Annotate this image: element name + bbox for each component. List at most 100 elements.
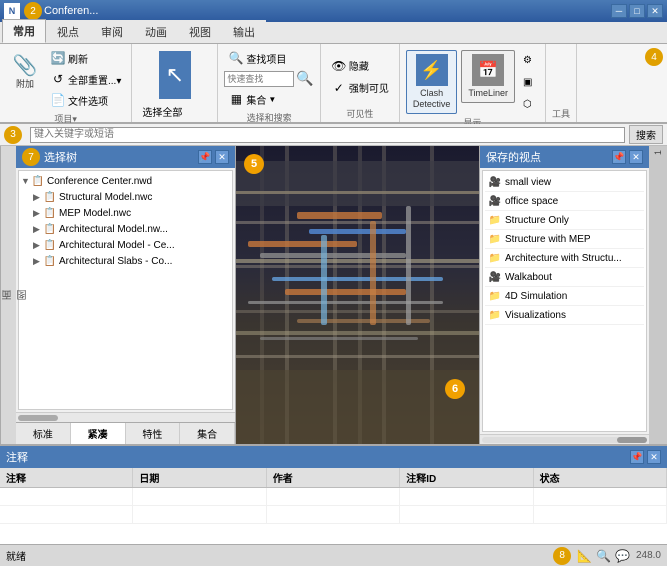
file-options-button[interactable]: 📄 文件选项	[46, 90, 125, 110]
view-item-structure-mep[interactable]: 📁 Structure with MEP	[485, 230, 644, 249]
view-item-office[interactable]: 🎥 office space	[485, 192, 644, 211]
clash-detective-button[interactable]: ⚡ ClashDetective	[406, 50, 458, 114]
ribbon-tabs: 常用 视点 审阅 动画 视图 输出	[0, 22, 667, 44]
view-item-arch-struct[interactable]: 📁 Architecture with Structu...	[485, 249, 644, 268]
tree-close-button[interactable]: ✕	[215, 150, 229, 164]
status-num-badge: 8	[553, 547, 571, 565]
tree-item-arch[interactable]: ▶ 📋 Architectural Model.nw...	[33, 221, 230, 237]
tree-tab-compact[interactable]: 紧凑	[71, 423, 126, 444]
tree-tab-standard[interactable]: 标准	[16, 423, 71, 444]
title-num-badge: 2	[24, 2, 42, 20]
hide-button[interactable]: 👁 隐藏	[327, 56, 393, 76]
full-refresh-button[interactable]: ↺ 全部重置...▾	[46, 69, 125, 89]
full-refresh-icon: ↺	[50, 71, 66, 87]
tree-scrollbar[interactable]	[16, 412, 235, 422]
refresh-button[interactable]: 🔄 刷新	[46, 48, 125, 68]
tree-tab-sets[interactable]: 集合	[180, 423, 235, 444]
side-panel-label: 平面图	[0, 146, 16, 444]
comments-table: 注释 日期 作者 注释ID 状态	[0, 468, 667, 544]
tab-viewpoint[interactable]: 视点	[46, 20, 90, 43]
comments-panel: 注释 📌 ✕ 注释 日期 作者 注释ID 状态	[0, 444, 667, 544]
ribbon-group-find: 🔍 查找项目 🔍 ▦ 集合 ▼ 选择和搜索	[218, 44, 320, 122]
extra-btn-1[interactable]: ⚙	[519, 50, 539, 70]
nwc-arch-ce-icon: 📋	[43, 238, 57, 252]
find-items-label: 选择和搜索	[247, 109, 292, 124]
tree-scroll-thumb	[18, 415, 58, 421]
set-dropdown-icon[interactable]: ▼	[268, 95, 276, 104]
views-close-button[interactable]: ✕	[629, 150, 643, 164]
views-list[interactable]: 🎥 small view 🎥 office space 📁 Structure …	[482, 170, 647, 432]
status-coord: 248.0	[636, 550, 661, 561]
saved-views-header: 保存的视点 📌 ✕	[480, 146, 649, 168]
time-liner-label: TimeLiner	[468, 88, 508, 99]
nwc-file-icon-2: 📋	[43, 206, 57, 220]
tab-review[interactable]: 审阅	[90, 20, 134, 43]
clash-detective-icon: ⚡	[416, 54, 448, 86]
tab-output[interactable]: 输出	[222, 20, 266, 43]
extra-btn-3[interactable]: ⬡	[519, 94, 539, 114]
viewport[interactable]: 5 6	[236, 146, 479, 444]
comments-columns: 注释 日期 作者 注释ID 状态	[0, 468, 667, 488]
attach-icon: 📎	[11, 51, 39, 79]
tree-expand-icon-2: ▶	[33, 192, 43, 203]
selection-tree-panel: 7 选择树 📌 ✕ ▼ 📋 Conference Center.nwd ▶ 📋 …	[16, 146, 236, 444]
ceiling-beam	[236, 191, 479, 194]
file-options-icon: 📄	[50, 92, 66, 108]
selection-tree-header: 7 选择树 📌 ✕	[16, 146, 235, 168]
view-item-visualizations[interactable]: 📁 Visualizations	[485, 306, 644, 325]
tree-item-arch-slabs[interactable]: ▶ 📋 Architectural Slabs - Co...	[33, 253, 230, 269]
quick-search-input[interactable]	[224, 71, 294, 87]
force-visible-button[interactable]: ✓ 强制可见	[327, 78, 393, 98]
status-icon-3[interactable]: 💬	[615, 549, 630, 563]
tree-item-mep[interactable]: ▶ 📋 MEP Model.nwc	[33, 205, 230, 221]
select-mode-button[interactable]: ↖	[154, 48, 196, 102]
view-item-small[interactable]: 🎥 small view	[485, 173, 644, 192]
tab-animation[interactable]: 动画	[134, 20, 178, 43]
tab-view[interactable]: 视图	[178, 20, 222, 43]
tree-item-structural[interactable]: ▶ 📋 Structural Model.nwc	[33, 189, 230, 205]
view-icon-folder-4: 📁	[488, 289, 502, 303]
select-all-button[interactable]: 选择全部	[138, 102, 211, 121]
maximize-button[interactable]: □	[629, 4, 645, 18]
search-input[interactable]	[30, 127, 625, 143]
view-icon-folder-3: 📁	[488, 251, 502, 265]
ceiling	[236, 161, 479, 206]
comments-close-button[interactable]: ✕	[647, 450, 661, 464]
views-pin-button[interactable]: 📌	[612, 150, 626, 164]
tree-item-arch-ce[interactable]: ▶ 📋 Architectural Model - Ce...	[33, 237, 230, 253]
col-comment: 注释	[0, 468, 133, 487]
nwc-arch-icon: 📋	[43, 222, 57, 236]
status-icon-2[interactable]: 🔍	[596, 549, 611, 563]
minimize-button[interactable]: ─	[611, 4, 627, 18]
tree-tab-properties[interactable]: 特性	[126, 423, 181, 444]
set-button[interactable]: ▦ 集合 ▼	[224, 89, 313, 109]
time-liner-button[interactable]: 📅 TimeLiner	[461, 50, 515, 103]
find-items-button[interactable]: 🔍 查找项目	[224, 48, 313, 68]
ribbon-group-tools: 工具	[546, 44, 577, 122]
ribbon-group-display: ⚡ ClashDetective 📅 TimeLiner ⚙ ▣ ⬡ 显示	[400, 44, 546, 122]
view-item-4d-sim[interactable]: 📁 4D Simulation	[485, 287, 644, 306]
view-item-structure-only[interactable]: 📁 Structure Only	[485, 211, 644, 230]
comments-pin-button[interactable]: 📌	[630, 450, 644, 464]
status-icon-1[interactable]: 📐	[577, 549, 592, 563]
tree-area[interactable]: ▼ 📋 Conference Center.nwd ▶ 📋 Structural…	[18, 170, 233, 410]
view-item-walkabout[interactable]: 🎥 Walkabout	[485, 268, 644, 287]
viewport-badge-6: 6	[445, 379, 465, 399]
status-icons: 📐 🔍 💬	[577, 549, 630, 563]
saved-views-panel: 保存的视点 📌 ✕ 🎥 small view 🎥 office space 📁 …	[479, 146, 649, 444]
attach-button[interactable]: 📎 附加	[6, 48, 44, 93]
vertical-pipe-2	[370, 221, 376, 325]
close-button[interactable]: ✕	[647, 4, 663, 18]
search-button[interactable]: 搜索	[629, 125, 663, 144]
tree-item-conference[interactable]: ▼ 📋 Conference Center.nwd	[21, 173, 230, 189]
extra-btn-2[interactable]: ▣	[519, 72, 539, 92]
title-bar: N 2 Conferen... ─ □ ✕	[0, 0, 667, 22]
quick-search-icon[interactable]: 🔍	[296, 70, 313, 87]
ribbon-group-select: ↖ 选择全部 选择相同项目▾ 🌳 选择树 选择	[132, 44, 218, 122]
refresh-icon: 🔄	[50, 50, 66, 66]
app-icon: N	[4, 3, 20, 19]
tree-pin-button[interactable]: 📌	[198, 150, 212, 164]
view-icon-eye-3: 🎥	[488, 270, 502, 284]
views-scrollbar[interactable]	[480, 434, 649, 444]
tab-home[interactable]: 常用	[2, 19, 46, 43]
